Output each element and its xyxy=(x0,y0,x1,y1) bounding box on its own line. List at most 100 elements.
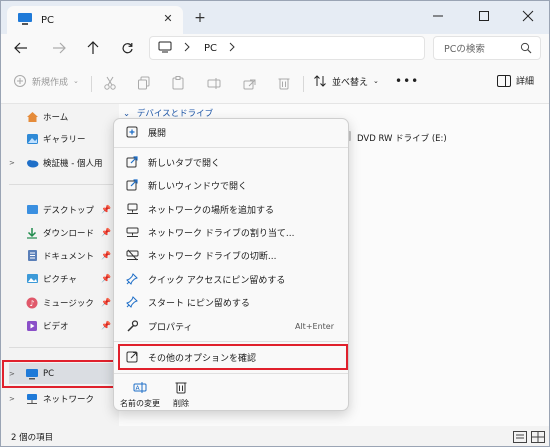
pictures-icon xyxy=(25,272,39,286)
sort-button[interactable]: 並べ替え ⌄ xyxy=(313,74,379,88)
more-options-highlight-box xyxy=(118,344,348,370)
divider xyxy=(91,76,92,92)
address-field[interactable]: PC xyxy=(149,36,425,60)
menu-item-pin-quick-access[interactable]: クイック アクセスにピン留めする xyxy=(120,268,344,290)
status-bar: 2 個の項目 xyxy=(1,426,549,446)
chevron-right-icon[interactable] xyxy=(229,42,235,55)
context-menu: 展開 新しいタブで開く 新しいウィンドウで開く ネットワークの場所を追加する ネ… xyxy=(113,118,349,411)
nav-item-gallery[interactable]: ギャラリー xyxy=(9,128,117,149)
rename-icon: A xyxy=(131,379,149,395)
cut-icon[interactable] xyxy=(101,74,119,92)
forward-arrow-icon[interactable] xyxy=(49,38,69,58)
menu-shortcut: Alt+Enter xyxy=(294,321,334,331)
music-icon: ♪ xyxy=(25,296,39,310)
menu-label: クイック アクセスにピン留めする xyxy=(148,275,286,286)
nav-item-downloads[interactable]: ダウンロード 📌 xyxy=(9,222,117,243)
minimize-icon[interactable] xyxy=(423,5,453,27)
divider xyxy=(9,347,117,348)
chevron-right-icon[interactable]: > xyxy=(9,159,19,167)
pc-icon xyxy=(17,12,33,29)
chevron-right-icon[interactable] xyxy=(184,42,190,55)
chevron-down-icon: ⌄ xyxy=(73,77,79,85)
menu-label: ネットワークの場所を追加する xyxy=(148,205,275,216)
menu-item-map-network-drive[interactable]: ネットワーク ドライブの割り当て... xyxy=(120,221,344,243)
menu-item-pin-start[interactable]: スタート にピン留めする xyxy=(120,291,344,313)
pin-icon[interactable]: 📌 xyxy=(101,321,111,330)
divider xyxy=(9,184,117,185)
nav-item-music[interactable]: ♪ ミュージック 📌 xyxy=(9,292,117,313)
close-tab-icon[interactable]: ✕ xyxy=(161,12,175,26)
menu-label: 展開 xyxy=(148,128,167,139)
menu-item-expand[interactable]: 展開 xyxy=(120,121,344,143)
menu-item-add-network-location[interactable]: ネットワークの場所を追加する xyxy=(120,198,344,220)
new-tab-icon[interactable]: + xyxy=(192,10,208,26)
sort-button-label: 並べ替え xyxy=(332,77,369,88)
pin-icon[interactable]: 📌 xyxy=(101,274,111,283)
pin-icon[interactable]: 📌 xyxy=(101,251,111,260)
back-arrow-icon[interactable] xyxy=(11,38,31,58)
open-window-icon xyxy=(124,177,140,193)
divider xyxy=(114,341,348,342)
nav-item-desktop[interactable]: デスクトップ 📌 xyxy=(9,199,117,220)
refresh-icon[interactable] xyxy=(117,38,137,58)
nav-item-videos[interactable]: ビデオ 📌 xyxy=(9,315,117,336)
copy-icon[interactable] xyxy=(135,74,153,92)
nav-label: ギャラリー xyxy=(43,134,86,145)
nav-label: 検証機 - 個人用 xyxy=(43,158,103,169)
pin-icon[interactable]: 📌 xyxy=(101,205,111,214)
paste-icon[interactable] xyxy=(169,74,187,92)
chevron-right-icon[interactable]: > xyxy=(9,395,19,403)
nav-item-onedrive[interactable]: > 検証機 - 個人用 xyxy=(9,152,117,173)
delete-action[interactable]: 削除 xyxy=(172,379,190,409)
menu-label: スタート にピン留めする xyxy=(148,298,250,309)
menu-label: ネットワーク ドライブの割り当て... xyxy=(148,228,295,239)
new-button[interactable]: 新規作成 ⌄ xyxy=(13,74,79,88)
sort-icon xyxy=(314,75,326,87)
rename-label: 名前の変更 xyxy=(120,399,160,408)
tab-pc[interactable]: PC ✕ xyxy=(7,6,183,34)
delete-icon[interactable] xyxy=(275,74,293,92)
expand-icon xyxy=(124,124,140,140)
nav-label: ドキュメント xyxy=(43,251,95,262)
map-drive-icon xyxy=(124,224,140,240)
nav-label: ミュージック xyxy=(43,298,94,309)
nav-item-pictures[interactable]: ピクチャ 📌 xyxy=(9,268,117,289)
share-icon[interactable] xyxy=(241,74,259,92)
network-icon xyxy=(25,392,39,406)
cloud-icon xyxy=(25,156,39,170)
pin-icon[interactable]: 📌 xyxy=(101,228,111,237)
menu-item-open-new-tab[interactable]: 新しいタブで開く xyxy=(120,151,344,173)
address-bar: PC PCの検索 xyxy=(1,34,549,62)
chevron-down-icon: ⌄ xyxy=(373,77,379,85)
maximize-icon[interactable] xyxy=(469,5,499,27)
menu-label: 新しいタブで開く xyxy=(148,158,221,169)
desktop-icon xyxy=(25,203,39,217)
more-options-button[interactable]: ••• xyxy=(395,74,419,88)
details-view-icon[interactable] xyxy=(513,431,527,443)
menu-label: ネットワーク ドライブの切断... xyxy=(148,251,277,262)
tiles-view-icon[interactable] xyxy=(531,431,545,443)
close-window-icon[interactable] xyxy=(513,5,543,27)
search-input[interactable]: PCの検索 xyxy=(433,36,541,60)
video-icon xyxy=(25,319,39,333)
details-button[interactable]: 詳細 xyxy=(497,74,534,87)
up-arrow-icon[interactable] xyxy=(83,38,103,58)
search-placeholder: PCの検索 xyxy=(444,44,485,55)
nav-item-network[interactable]: > ネットワーク xyxy=(9,388,117,409)
nav-label: ダウンロード xyxy=(43,228,95,239)
nav-item-home[interactable]: ホーム xyxy=(9,106,117,127)
pin-icon[interactable]: 📌 xyxy=(101,298,111,307)
nav-item-documents[interactable]: ドキュメント 📌 xyxy=(9,245,117,266)
rename-icon[interactable] xyxy=(205,74,223,92)
menu-item-properties[interactable]: プロパティ Alt+Enter xyxy=(120,315,344,337)
address-path[interactable]: PC xyxy=(204,43,217,54)
dvd-drive-item[interactable]: DVD RW ドライブ (E:) xyxy=(345,129,447,146)
dvd-drive-label: DVD RW ドライブ (E:) xyxy=(357,133,447,144)
rename-action[interactable]: A 名前の変更 xyxy=(120,379,160,409)
nav-label: デスクトップ xyxy=(43,205,95,216)
menu-label: プロパティ xyxy=(148,322,193,333)
delete-label: 削除 xyxy=(173,399,189,408)
pin-start-icon xyxy=(124,294,140,310)
menu-item-disconnect-network-drive[interactable]: ネットワーク ドライブの切断... xyxy=(120,244,344,266)
menu-item-open-new-window[interactable]: 新しいウィンドウで開く xyxy=(120,174,344,196)
